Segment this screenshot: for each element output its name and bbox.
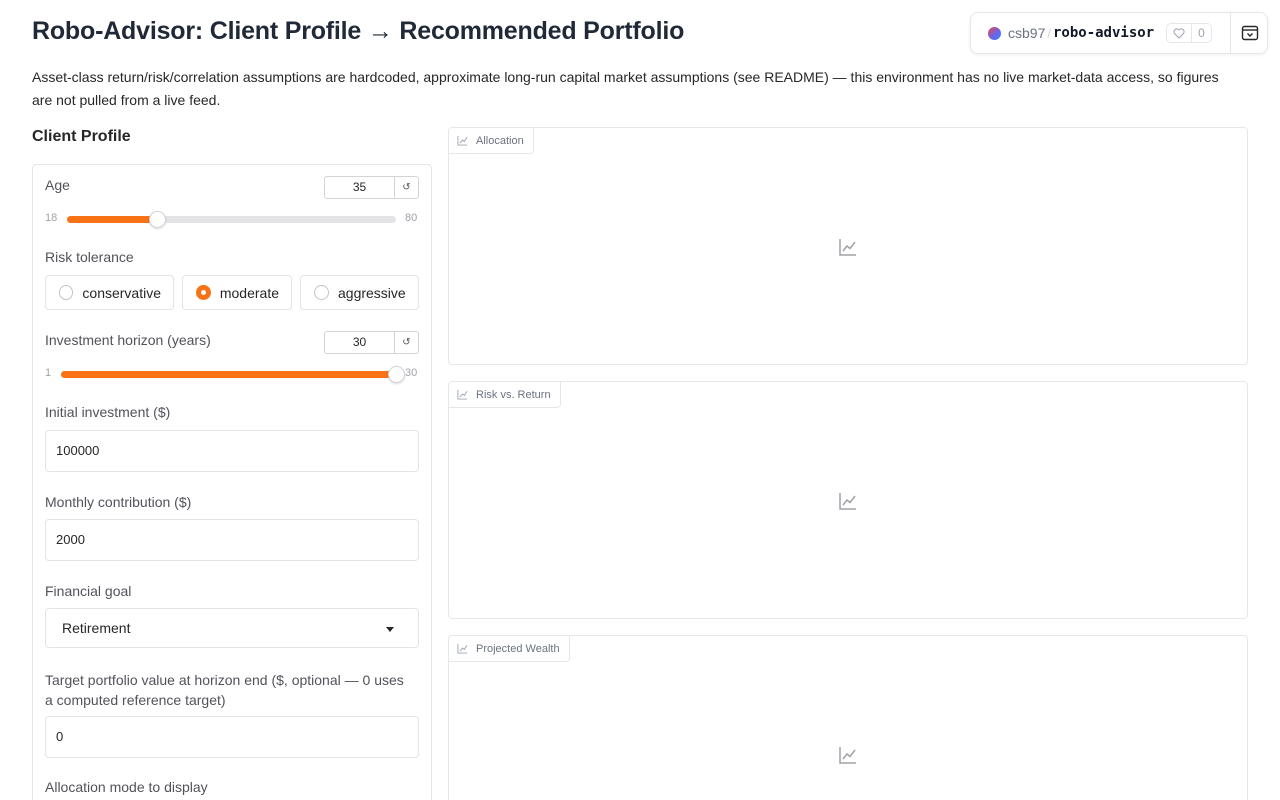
age-slider-max: 80	[405, 212, 418, 224]
horizon-slider-handle[interactable]	[388, 366, 405, 383]
risk-option-conservative-label: conservative	[82, 284, 161, 301]
initial-investment-label: Initial investment ($)	[45, 404, 171, 420]
empty-chart-icon	[839, 747, 856, 764]
risk-return-plot-tab: Risk vs. Return	[449, 382, 561, 408]
space-name-link[interactable]: robo-advisor	[1053, 25, 1154, 41]
risk-option-aggressive-label: aggressive	[338, 284, 406, 301]
monthly-contribution-label: Monthly contribution ($)	[45, 494, 192, 510]
radio-conservative-icon	[59, 285, 74, 300]
space-badge: csb97 / robo-advisor 0	[970, 12, 1268, 54]
page-title: Robo-Advisor: Client Profile → Recommend…	[32, 17, 685, 45]
risk-return-plot: Risk vs. Return	[448, 381, 1248, 619]
horizon-slider-fill	[61, 371, 396, 378]
allocation-plot: Allocation	[448, 127, 1248, 365]
risk-option-aggressive[interactable]: aggressive	[300, 275, 419, 310]
risk-option-moderate-label: moderate	[219, 284, 279, 301]
heart-icon	[1167, 24, 1193, 42]
like-button[interactable]: 0	[1166, 23, 1212, 43]
space-separator: /	[1047, 25, 1051, 41]
chevron-down-icon	[386, 627, 394, 632]
age-number-input[interactable]: 35 ↺	[324, 176, 419, 199]
like-count: 0	[1198, 26, 1205, 40]
client-profile-heading: Client Profile	[32, 128, 131, 145]
age-reset-icon[interactable]: ↺	[395, 177, 418, 198]
target-value-input[interactable]: 0	[45, 716, 419, 758]
financial-goal-dropdown[interactable]: Retirement	[45, 608, 419, 648]
page-description: Asset-class return/risk/correlation assu…	[32, 69, 1219, 108]
horizon-slider-max: 30	[405, 367, 418, 379]
allocation-plot-label: Allocation	[476, 134, 524, 147]
age-slider-handle[interactable]	[149, 211, 166, 228]
collapse-header-icon[interactable]	[1241, 25, 1259, 41]
projected-wealth-plot-tab: Projected Wealth	[449, 636, 570, 662]
chart-icon	[457, 135, 468, 146]
radio-moderate-icon	[196, 285, 211, 300]
radio-aggressive-icon	[314, 285, 329, 300]
age-slider-min: 18	[45, 212, 58, 224]
horizon-value[interactable]: 30	[325, 332, 395, 353]
space-owner-link[interactable]: csb97	[1008, 25, 1045, 41]
age-slider-fill	[67, 216, 157, 223]
chart-icon	[457, 643, 468, 654]
age-label: Age	[45, 177, 70, 193]
risk-tolerance-label: Risk tolerance	[45, 249, 134, 265]
horizon-reset-icon[interactable]: ↺	[395, 332, 418, 353]
risk-return-plot-label: Risk vs. Return	[476, 388, 551, 401]
financial-goal-label: Financial goal	[45, 583, 132, 599]
horizon-number-input[interactable]: 30 ↺	[324, 331, 419, 354]
horizon-label: Investment horizon (years)	[45, 332, 211, 348]
empty-chart-icon	[839, 239, 856, 256]
age-value[interactable]: 35	[325, 177, 395, 198]
projected-wealth-plot-label: Projected Wealth	[476, 642, 560, 655]
horizon-slider[interactable]	[61, 366, 405, 383]
risk-option-moderate[interactable]: moderate	[182, 275, 292, 310]
monthly-contribution-input[interactable]: 2000	[45, 519, 419, 561]
space-avatar-icon	[988, 26, 1001, 40]
allocation-plot-tab: Allocation	[449, 128, 534, 154]
chart-icon	[457, 389, 468, 400]
empty-chart-icon	[839, 493, 856, 510]
financial-goal-value: Retirement	[62, 620, 131, 636]
initial-investment-input[interactable]: 100000	[45, 430, 419, 472]
client-profile-form: Age 35 ↺ 18 80 Risk tolerance conservati…	[32, 164, 432, 800]
projected-wealth-plot: Projected Wealth	[448, 635, 1248, 800]
horizon-slider-min: 1	[45, 367, 52, 379]
target-value-label: Target portfolio value at horizon end ($…	[45, 672, 404, 708]
age-slider[interactable]	[67, 211, 396, 228]
badge-divider	[1230, 13, 1231, 53]
allocation-mode-label: Allocation mode to display	[45, 779, 208, 795]
risk-option-conservative[interactable]: conservative	[45, 275, 174, 310]
